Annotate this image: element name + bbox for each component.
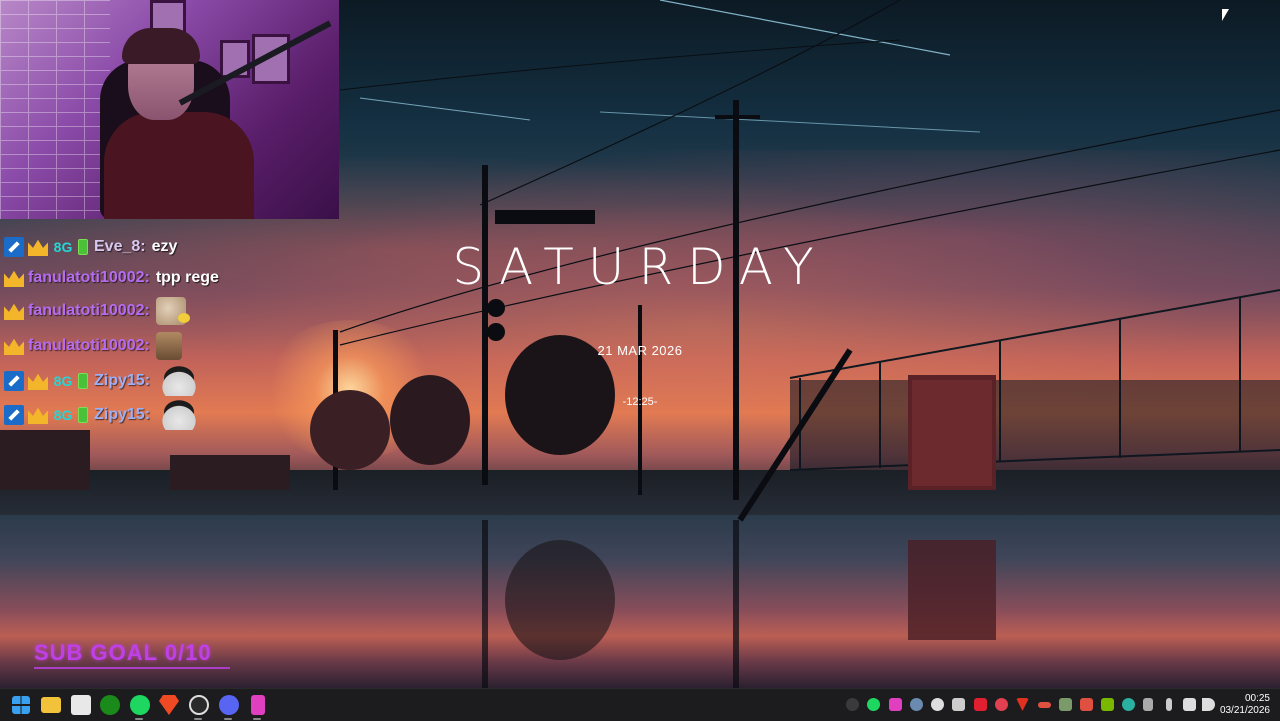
antivirus-tray-icon[interactable] <box>995 698 1008 711</box>
sub-goal-label: SUB GOAL 0/10 <box>34 640 212 665</box>
chat-username: fanulatoti10002: <box>28 337 150 354</box>
webcam-person-hair <box>122 28 200 64</box>
microsoft-store-icon[interactable] <box>71 695 91 715</box>
xbox-icon[interactable] <box>100 695 120 715</box>
obs-icon[interactable] <box>189 695 209 715</box>
spotify-icon[interactable] <box>130 695 150 715</box>
webcam-person-body <box>104 112 254 219</box>
chat-username: fanulatoti10002: <box>28 302 150 319</box>
pen-tray-icon[interactable] <box>1143 698 1153 711</box>
crown-badge-icon <box>4 270 24 287</box>
steam-tray-icon[interactable] <box>910 698 923 711</box>
chat-message: fanulatoti10002: tpp rege <box>4 263 219 293</box>
sub-goal-progress-bar <box>34 667 230 669</box>
edge-tray-icon[interactable] <box>1122 698 1135 711</box>
battery-tray-icon[interactable] <box>1038 702 1051 708</box>
network-tray-icon[interactable] <box>1183 698 1196 711</box>
display-tray-icon[interactable] <box>1059 698 1072 711</box>
clock-time: 00:25 <box>1244 693 1270 704</box>
roblox-tray-icon[interactable] <box>974 698 987 711</box>
chat-message: 8G Eve_8: ezy <box>4 232 177 262</box>
8g-badge-icon: 8G <box>53 407 73 423</box>
clock-date: 03/21/2026 <box>1219 705 1270 716</box>
streamlabs-icon[interactable] <box>251 695 265 715</box>
chat-username: Zipy15: <box>94 406 151 423</box>
chat-message: 8G Zipy15: <box>4 400 203 430</box>
windows-start-icon[interactable] <box>12 696 30 714</box>
download-tray-icon[interactable] <box>1016 698 1029 711</box>
chat-text: ezy <box>151 238 178 255</box>
moderator-badge-icon <box>4 405 24 425</box>
moderator-badge-icon <box>4 237 24 257</box>
file-explorer-icon[interactable] <box>41 697 61 713</box>
app-tray-icon[interactable] <box>952 698 965 711</box>
mouse-cursor-icon <box>1222 9 1229 21</box>
battery-badge-icon <box>78 373 88 389</box>
webcam-brick-wall <box>0 0 110 219</box>
crown-badge-icon <box>4 303 24 320</box>
chat-message: 8G Zipy15: <box>4 366 203 396</box>
crown-badge-icon <box>28 239 48 256</box>
discord-icon[interactable] <box>219 695 239 715</box>
chat-text: tpp rege <box>155 269 219 286</box>
dog-emote-icon <box>155 332 182 360</box>
crown-badge-icon <box>4 338 24 355</box>
widget-day: SATURDAY <box>452 238 828 296</box>
webcam-overlay <box>0 0 339 219</box>
app-tray-icon[interactable] <box>846 698 859 711</box>
battery-badge-icon <box>78 407 88 423</box>
obs-tray-icon[interactable] <box>931 698 944 711</box>
taskbar-clock[interactable]: 00:25 03/21/2026 <box>1220 693 1270 717</box>
widget-date: 21 MAR 2026 <box>597 343 683 358</box>
chat-username: fanulatoti10002: <box>28 269 150 286</box>
crown-badge-icon <box>28 407 48 424</box>
chat-message: fanulatoti10002: <box>4 296 190 326</box>
blob-emote-icon <box>156 366 203 396</box>
spotify-tray-icon[interactable] <box>867 698 880 711</box>
microphone-tray-icon[interactable] <box>1166 698 1172 711</box>
volume-tray-icon[interactable] <box>1202 698 1215 711</box>
chat-message: fanulatoti10002: <box>4 331 182 361</box>
blob-emote-icon <box>156 400 203 430</box>
8g-badge-icon: 8G <box>53 373 73 389</box>
brave-browser-icon[interactable] <box>159 695 179 715</box>
crown-badge-icon <box>28 373 48 390</box>
taskbar: 00:25 03/21/2026 <box>0 688 1280 721</box>
nvidia-tray-icon[interactable] <box>1080 698 1093 711</box>
shield-tray-icon[interactable] <box>1101 698 1114 711</box>
chat-username: Eve_8: <box>94 238 146 255</box>
streamlabs-tray-icon[interactable] <box>889 698 902 711</box>
chat-username: Zipy15: <box>94 372 151 389</box>
moderator-badge-icon <box>4 371 24 391</box>
battery-badge-icon <box>78 239 88 255</box>
8g-badge-icon: 8G <box>53 239 73 255</box>
widget-time: -12:25- <box>622 396 658 408</box>
cat-emote-icon <box>155 297 190 325</box>
